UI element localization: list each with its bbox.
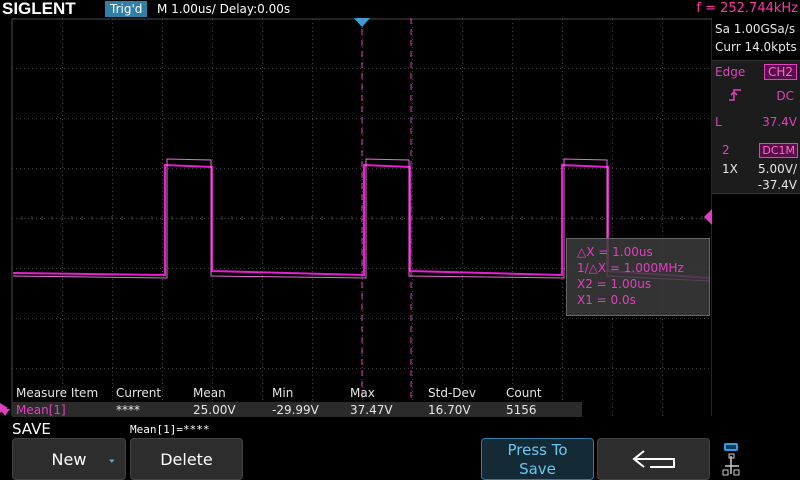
press-to-save-line2: Save (519, 460, 556, 478)
measure-current: **** (116, 403, 140, 417)
measure-count: 5156 (506, 403, 537, 417)
memory-depth-readout: Curr 14.0kpts (715, 40, 797, 54)
cursor-delta-x: △X = 1.00us (577, 245, 653, 259)
trigger-level-label: L (715, 115, 722, 129)
measure-header-item: Measure Item (16, 386, 99, 400)
channel-offset: -37.4V (757, 178, 797, 192)
timebase-readout: M 1.00us/ Delay:0.00s (157, 2, 291, 16)
channel2-settings-box[interactable]: 2 DC1M 1X 5.00V/ -37.4V (712, 142, 800, 194)
measure-header-current: Current (116, 386, 162, 400)
trigger-level-marker[interactable] (704, 209, 712, 225)
measure-row-marker (0, 404, 12, 423)
measure-header-max: Max (350, 386, 375, 400)
measure-mean: 25.00V (193, 403, 236, 417)
rising-edge-icon (728, 87, 742, 106)
header-bar: SIGLENT Trig'd M 1.00us/ Delay:0.00s f =… (0, 0, 800, 18)
trigger-status-badge: Trig'd (105, 1, 148, 17)
measurement-table: Measure Item Current Mean Min Max Std-De… (12, 384, 712, 418)
measure-stddev: 16.70V (428, 403, 471, 417)
press-to-save-button[interactable]: Press To Save (481, 438, 594, 480)
measure-header-mean: Mean (193, 386, 226, 400)
new-button[interactable]: New 🢓 (12, 438, 126, 480)
channel-coupling-badge: DC1M (759, 143, 798, 158)
arrow-down-icon: 🢓 (108, 459, 115, 473)
trigger-settings-box[interactable]: Edge CH2 DC L 37.4V (712, 60, 800, 152)
press-to-save-line1: Press To (507, 441, 568, 459)
waveform-svg (0, 18, 712, 416)
trigger-level-value: 37.4V (762, 115, 797, 129)
channel-probe: 1X (722, 162, 738, 176)
trigger-coupling: DC (776, 89, 794, 103)
delete-button-label: Delete (160, 450, 213, 469)
cursor-inverse-delta-x: 1/△X = 1.000MHz (577, 261, 684, 275)
frequency-readout: f = 252.744kHz (696, 1, 798, 16)
measure-status-text: Mean[1]=**** (130, 423, 210, 436)
sample-rate-readout: Sa 1.00GSa/s (715, 22, 796, 36)
cursor-readout-box: △X = 1.00us 1/△X = 1.000MHz X2 = 1.00us … (566, 238, 710, 316)
measure-header-min: Min (272, 386, 294, 400)
menu-title: SAVE (12, 420, 51, 438)
trigger-type: Edge (715, 65, 746, 79)
network-usb-status-icon (722, 440, 746, 478)
measure-max: 37.47V (350, 403, 393, 417)
trigger-source-badge: CH2 (763, 64, 797, 80)
brand-logo: SIGLENT (2, 0, 76, 18)
measure-item-name: Mean[1] (16, 403, 66, 417)
back-button[interactable] (597, 438, 710, 480)
measure-header-count: Count (506, 386, 542, 400)
cursor-x1-value: X1 = 0.0s (577, 293, 636, 307)
return-arrow-icon (630, 447, 680, 477)
cursor-x2-value: X2 = 1.00us (577, 277, 652, 291)
measure-min: -29.99V (272, 403, 319, 417)
measure-header-stddev: Std-Dev (428, 386, 476, 400)
channel-scale: 5.00V/ (758, 162, 797, 176)
channel-number: 2 (722, 143, 730, 157)
delete-button[interactable]: Delete (130, 438, 243, 480)
info-panel: Sa 1.00GSa/s Curr 14.0kpts Edge CH2 DC L… (712, 18, 800, 416)
waveform-display[interactable]: △X = 1.00us 1/△X = 1.000MHz X2 = 1.00us … (0, 18, 712, 416)
